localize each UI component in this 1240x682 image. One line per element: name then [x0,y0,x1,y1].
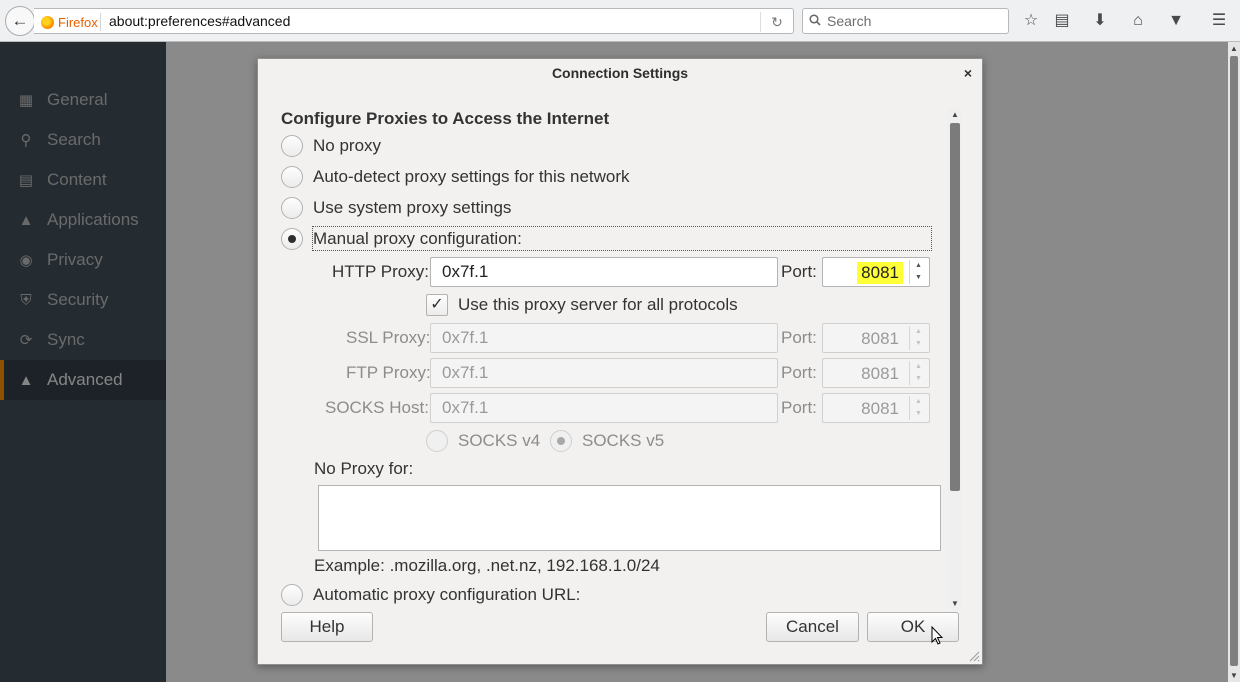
no-proxy-label[interactable]: No proxy [313,136,381,156]
downloads-icon[interactable]: ⬇ [1089,10,1111,32]
use-for-all-checkbox[interactable]: ✓ [426,294,448,316]
system-proxy-label[interactable]: Use system proxy settings [313,198,511,218]
http-proxy-label: HTTP Proxy: [332,262,429,281]
url-bar[interactable]: Firefox about:preferences#advanced ↻ [34,8,794,34]
use-for-all-label[interactable]: Use this proxy server for all protocols [458,295,738,315]
manual-proxy-label[interactable]: Manual proxy configuration: [313,229,522,249]
page-scrollbar[interactable]: ▲ ▼ [1228,42,1240,682]
http-proxy-input[interactable]: 0x7f.1 [430,257,778,287]
section-title: Configure Proxies to Access the Internet [281,109,610,128]
pocket-icon[interactable]: ▼ [1165,10,1187,32]
search-placeholder: Search [827,13,872,29]
socks-port-stepper: 8081 ▲ ▼ [822,393,930,423]
firefox-logo-icon [41,15,54,29]
reload-icon[interactable]: ↻ [766,12,788,32]
dialog-title: Connection Settings [258,59,982,89]
spin-down-icon[interactable]: ▼ [910,272,927,284]
close-icon[interactable]: × [960,64,976,82]
auto-detect-label[interactable]: Auto-detect proxy settings for this netw… [313,167,630,187]
ftp-proxy-label: FTP Proxy: [346,363,431,382]
socks-v4-radio [426,430,448,452]
socks-port-label: Port: [781,398,817,417]
spin-up-icon: ▲ [915,398,922,405]
system-proxy-radio[interactable] [281,197,303,219]
no-proxy-for-label: No Proxy for: [314,459,414,478]
bookmark-star-icon[interactable]: ☆ [1020,10,1042,32]
spin-up-icon[interactable]: ▲ [910,260,927,272]
checkmark-icon: ✓ [430,296,444,313]
ftp-port-stepper: 8081 ▲ ▼ [822,358,930,388]
home-icon[interactable]: ⌂ [1127,10,1149,32]
ssl-proxy-label: SSL Proxy: [346,328,431,347]
identity-box[interactable]: Firefox [41,14,98,30]
scroll-up-icon[interactable]: ▲ [948,110,962,119]
scroll-down-icon[interactable]: ▼ [1228,671,1240,680]
http-port-label: Port: [781,262,817,281]
hamburger-menu-icon[interactable]: ☰ [1208,10,1230,32]
ok-button[interactable]: OK [867,612,959,642]
back-button[interactable]: ← [5,6,35,36]
reading-list-icon[interactable]: ▤ [1051,10,1073,32]
auto-detect-radio[interactable] [281,166,303,188]
ftp-port-value: 8081 [861,364,899,383]
url-text[interactable]: about:preferences#advanced [109,13,290,29]
ssl-port-label: Port: [781,328,817,347]
search-input[interactable]: Search [802,8,1009,34]
spin-up-icon: ▲ [915,328,922,335]
socks-port-spinner: ▲ ▼ [909,396,927,420]
spin-up-icon: ▲ [915,363,922,370]
search-glass-icon [809,14,821,26]
socks-v4-label: SOCKS v4 [458,431,541,450]
socks-port-value: 8081 [861,399,899,418]
dialog-scrollbar-thumb[interactable] [950,123,960,491]
ssl-proxy-input: 0x7f.1 [430,323,778,353]
ftp-port-label: Port: [781,363,817,382]
page-scrollbar-thumb[interactable] [1230,56,1238,666]
spin-down-icon: ▼ [915,375,922,382]
ssl-port-value: 8081 [861,329,899,348]
ssl-port-spinner: ▲ ▼ [909,326,927,350]
http-port-stepper[interactable]: 8081 ▲ ▼ [822,257,930,287]
scroll-up-icon[interactable]: ▲ [1228,44,1240,53]
socks-v5-label: SOCKS v5 [582,431,665,450]
http-port-value[interactable]: 8081 [857,262,903,284]
scroll-down-icon[interactable]: ▼ [948,599,962,608]
resize-grip-icon[interactable] [968,650,980,662]
socks-host-label: SOCKS Host: [325,398,429,417]
ftp-proxy-input: 0x7f.1 [430,358,778,388]
identity-label: Firefox [58,14,98,30]
url-separator [100,13,101,31]
mouse-pointer-icon [931,626,943,645]
manual-proxy-radio[interactable] [281,228,303,250]
browser-toolbar: ← Firefox about:preferences#advanced ↻ S… [0,0,1240,42]
spin-down-icon: ▼ [915,340,922,347]
help-button[interactable]: Help [281,612,373,642]
spin-down-icon: ▼ [915,410,922,417]
no-proxy-for-textarea[interactable] [318,485,941,551]
dialog-scrollbar[interactable]: ▲ ▼ [948,109,962,609]
reload-separator [760,12,761,32]
auto-config-url-label[interactable]: Automatic proxy configuration URL: [313,585,580,605]
no-proxy-radio[interactable] [281,135,303,157]
ftp-port-spinner: ▲ ▼ [909,361,927,385]
socks-host-input: 0x7f.1 [430,393,778,423]
http-port-spinner[interactable]: ▲ ▼ [909,260,927,284]
no-proxy-example: Example: .mozilla.org, .net.nz, 192.168.… [314,556,660,575]
ssl-port-stepper: 8081 ▲ ▼ [822,323,930,353]
cancel-button[interactable]: Cancel [766,612,859,642]
auto-config-url-radio[interactable] [281,584,303,606]
socks-v5-radio [550,430,572,452]
